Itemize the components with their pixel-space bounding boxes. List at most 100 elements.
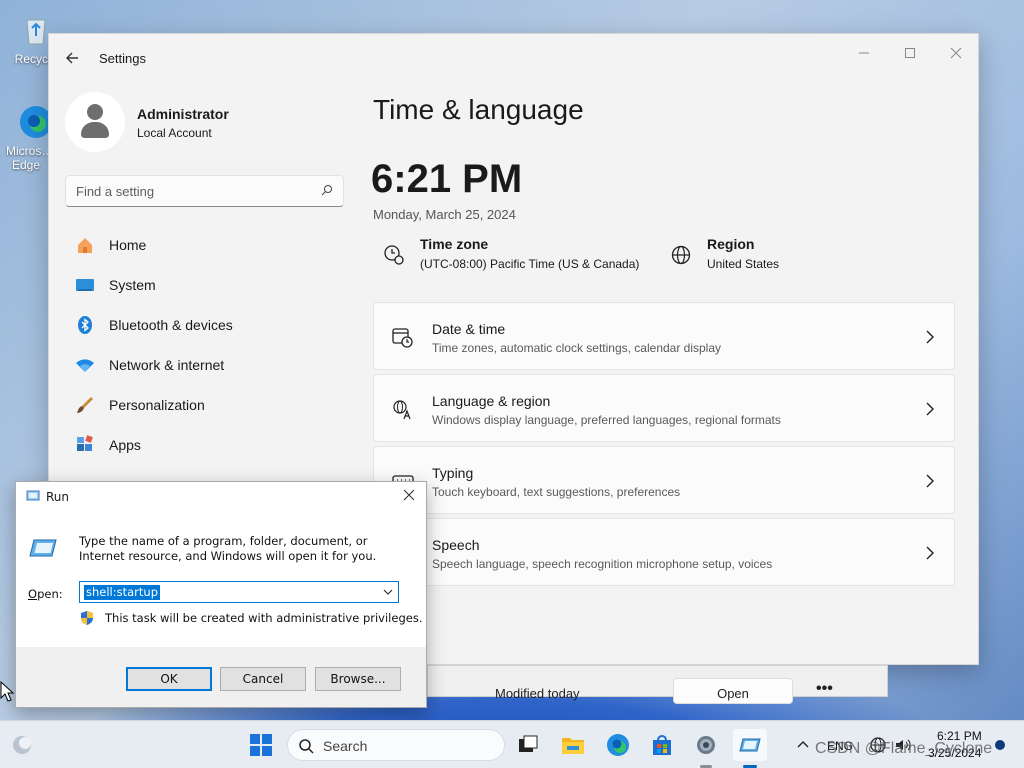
chevron-right-icon [926,330,934,344]
profile-account-type: Local Account [137,126,212,140]
search-icon [321,185,332,196]
start-button[interactable] [245,729,277,761]
card-title: Typing [432,465,474,481]
run-title-bar: Run [16,482,426,512]
run-icon [26,490,40,501]
admin-note-text: This task will be created with administr… [105,611,423,625]
chevron-down-icon[interactable] [382,586,394,598]
sidebar-item-bluetooth[interactable]: Bluetooth & devices [65,307,344,343]
cancel-button[interactable]: Cancel [220,667,306,691]
sidebar-item-home[interactable]: Home [65,227,344,263]
settings-taskbar-button[interactable] [690,729,722,761]
file-explorer-button[interactable] [557,729,589,761]
close-icon [950,47,962,59]
card-speech[interactable]: Speech Speech language, speech recogniti… [373,518,955,586]
time-zone-value: (UTC-08:00) Pacific Time (US & Canada) [420,257,640,271]
chevron-up-icon [797,741,809,748]
chevron-right-icon [926,546,934,560]
store-button[interactable] [646,729,678,761]
card-title: Language & region [432,393,551,409]
sidebar-item-label: Personalization [109,397,205,413]
current-date: Monday, March 25, 2024 [373,207,516,222]
network-icon [75,355,95,375]
home-icon [75,235,95,255]
time-zone-title: Time zone [420,236,489,252]
edge-icon [607,734,629,756]
maximize-button[interactable] [894,42,926,66]
search-input[interactable] [66,176,306,206]
close-button[interactable] [940,42,972,66]
run-body: Type the name of a program, folder, docu… [16,512,426,647]
notification-dot-icon [995,740,1005,750]
open-label: Open: [28,587,63,601]
sidebar-item-personalization[interactable]: Personalization [65,387,344,423]
card-subtitle: Speech language, speech recognition micr… [432,557,773,571]
sidebar-item-label: Bluetooth & devices [109,317,233,333]
date-time-icon [392,328,413,348]
modified-label: Modified today [495,686,580,701]
search-icon [299,739,314,754]
taskbar-search[interactable]: Search [287,729,505,761]
card-subtitle: Time zones, automatic clock settings, ca… [432,341,722,355]
card-typing[interactable]: Typing Touch keyboard, text suggestions,… [373,446,955,514]
widgets-button[interactable] [6,729,38,761]
card-subtitle: Windows display language, preferred lang… [432,413,781,427]
more-options-button[interactable]: ••• [816,680,833,698]
sidebar-item-apps[interactable]: Apps [65,427,344,463]
run-icon [739,738,761,752]
card-title: Date & time [432,321,506,337]
run-close-button[interactable] [400,487,418,505]
folder-icon [562,738,584,754]
open-input-value[interactable]: shell:startup [84,585,160,600]
back-button[interactable] [63,48,83,68]
sidebar-item-network[interactable]: Network & internet [65,347,344,383]
uac-shield-icon [81,611,93,625]
region-value: United States [707,257,780,271]
minimize-button[interactable] [848,42,880,66]
chevron-right-icon [926,402,934,416]
card-language-region[interactable]: Language & region Windows display langua… [373,374,955,442]
time-zone-icon [384,245,404,265]
apps-icon [75,435,95,455]
arrow-left-icon [66,52,78,64]
region-info: Region United States [660,236,820,276]
desktop-icon-label: Micros… Edge [6,144,54,172]
region-title: Region [707,236,755,252]
card-date-time[interactable]: Date & time Time zones, automatic clock … [373,302,955,370]
settings-search[interactable] [65,175,344,207]
brush-icon [75,395,95,415]
store-icon [653,735,671,755]
windows-logo-icon [250,734,272,756]
open-combobox[interactable]: shell:startup [79,581,399,603]
profile-name: Administrator [137,106,229,122]
chevron-right-icon [926,474,934,488]
sidebar-nav: Home System Bluetooth & devices Network … [65,227,344,467]
minimize-icon [859,52,869,54]
weather-icon [13,736,31,754]
ok-button[interactable]: OK [126,667,212,691]
sidebar-item-system[interactable]: System [65,267,344,303]
system-icon [75,275,95,295]
time-zone-info: Time zone (UTC-08:00) Pacific Time (US &… [373,236,663,276]
globe-icon [671,245,691,265]
page-title: Time & language [373,94,584,125]
card-title: Speech [432,537,480,553]
edge-button[interactable] [602,729,634,761]
title-bar: Settings [49,34,978,80]
sidebar-item-label: Apps [109,437,141,453]
sidebar-item-label: Home [109,237,147,253]
window-title: Settings [99,51,146,66]
task-view-icon [519,735,538,752]
close-icon [403,489,415,501]
browse-button[interactable]: Browse... [315,667,401,691]
run-taskbar-button[interactable] [733,729,767,761]
bluetooth-icon [75,315,95,335]
run-description: Type the name of a program, folder, docu… [79,534,377,563]
run-dialog: Run Type the name of a program, folder, … [15,481,427,708]
open-button[interactable]: Open [673,678,793,704]
sidebar-item-label: System [109,277,156,293]
task-view-button[interactable] [512,729,544,761]
run-app-icon [29,539,57,557]
mouse-cursor-icon [0,681,14,702]
avatar [65,92,125,152]
